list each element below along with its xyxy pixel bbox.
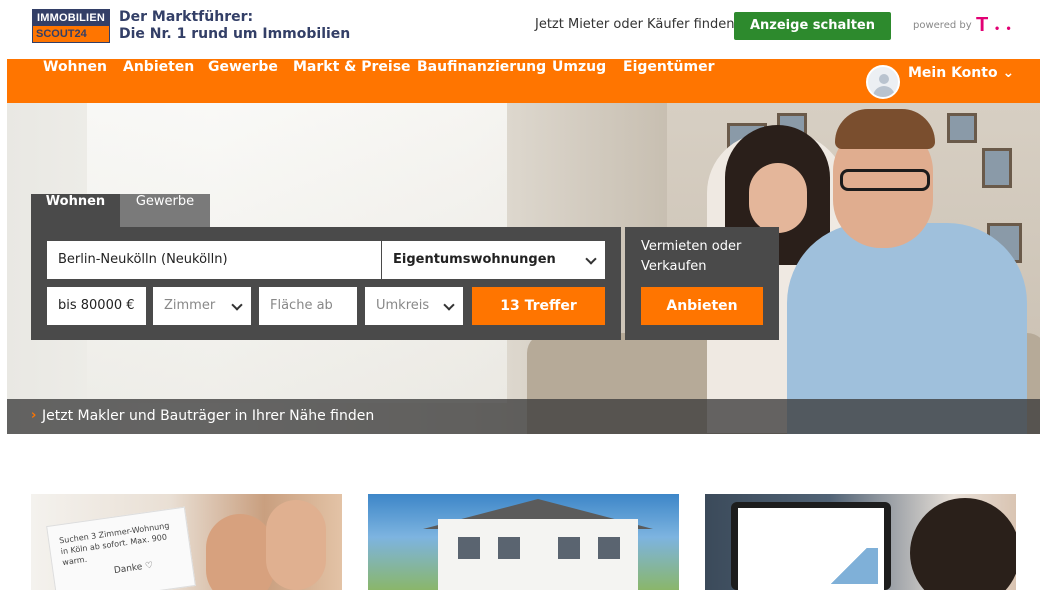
nav-item-eigentuemer[interactable]: Eigentümer bbox=[623, 59, 715, 103]
woman-face bbox=[749, 163, 807, 233]
house-image bbox=[438, 519, 638, 590]
area-placeholder: Fläche ab bbox=[270, 298, 333, 313]
agent-finder-link[interactable]: › Jetzt Makler und Bauträger in Ihrer Nä… bbox=[7, 399, 1040, 434]
house-window bbox=[458, 537, 480, 559]
property-type-value: Eigentumswohnungen bbox=[393, 252, 556, 267]
immobilienscout24-logo[interactable]: IMMOBILIEN SCOUT24 bbox=[32, 9, 110, 43]
nav-item-anbieten[interactable]: Anbieten bbox=[123, 59, 194, 103]
wall-frame bbox=[982, 148, 1012, 188]
screen-chart bbox=[828, 548, 878, 584]
nav-item-markt-preise[interactable]: Markt & Preise bbox=[293, 59, 411, 103]
search-results-button[interactable]: 13 Treffer bbox=[472, 287, 605, 325]
claim: Der Marktführer: Die Nr. 1 rund um Immob… bbox=[119, 9, 350, 43]
chevron-down-icon bbox=[585, 253, 597, 265]
main-nav: Wohnen Anbieten Gewerbe Markt & Preise B… bbox=[7, 59, 1040, 103]
chevron-down-icon bbox=[231, 299, 243, 311]
house-window bbox=[498, 537, 520, 559]
teaser-card-financing[interactable] bbox=[705, 494, 1016, 590]
avatar-icon bbox=[866, 65, 900, 99]
claim-line-1: Der Marktführer: bbox=[119, 9, 254, 25]
agent-finder-text: Jetzt Makler und Bauträger in Ihrer Nähe… bbox=[42, 408, 375, 424]
chevron-right-icon: › bbox=[31, 408, 37, 423]
avatar-head bbox=[879, 74, 889, 84]
sell-text: Vermieten oder Verkaufen bbox=[641, 239, 742, 274]
radius-placeholder: Umkreis bbox=[376, 298, 430, 313]
claim-line-2: Die Nr. 1 rund um Immobilien bbox=[119, 26, 351, 42]
nav-item-baufinanzierung[interactable]: Baufinanzierung bbox=[417, 59, 546, 103]
find-tenants-text: Jetzt Mieter oder Käufer finden bbox=[535, 17, 735, 32]
nav-item-umzug[interactable]: Umzug bbox=[552, 59, 606, 103]
top-header: IMMOBILIEN SCOUT24 Der Marktführer: Die … bbox=[0, 0, 1048, 58]
page: IMMOBILIEN SCOUT24 Der Marktführer: Die … bbox=[0, 0, 1048, 590]
chevron-down-icon bbox=[443, 299, 455, 311]
person-hair bbox=[910, 498, 1016, 590]
telekom-logo[interactable]: T bbox=[976, 14, 988, 36]
tab-gewerbe[interactable]: Gewerbe bbox=[120, 194, 210, 227]
location-input[interactable]: Berlin-Neukölln (Neukölln) bbox=[47, 241, 381, 279]
house-window bbox=[598, 537, 620, 559]
logo-bottom-text: SCOUT24 bbox=[32, 26, 110, 43]
powered-by-text: powered by bbox=[913, 20, 972, 31]
sell-panel: Vermieten oder Verkaufen Anbieten bbox=[625, 227, 779, 340]
rooms-placeholder: Zimmer bbox=[164, 298, 216, 313]
woman-face bbox=[266, 500, 326, 590]
logo-top-text: IMMOBILIEN bbox=[32, 9, 110, 26]
teaser-card-tenant[interactable]: Suchen 3 Zimmer-Wohnung in Köln ab sofor… bbox=[31, 494, 342, 590]
wall-frame bbox=[947, 113, 977, 143]
avatar-body bbox=[873, 86, 895, 97]
telekom-logo-dots: • • bbox=[995, 21, 1013, 35]
man-hair bbox=[835, 109, 935, 149]
note-thanks: Danke ♡ bbox=[113, 560, 154, 577]
house-window bbox=[558, 537, 580, 559]
radius-select[interactable]: Umkreis bbox=[365, 287, 463, 325]
property-type-select[interactable]: Eigentumswohnungen bbox=[382, 241, 605, 279]
rooms-select[interactable]: Zimmer bbox=[153, 287, 251, 325]
account-label: Mein Konto ⌄ bbox=[908, 65, 1015, 81]
note-text: Suchen 3 Zimmer-Wohnung in Köln ab sofor… bbox=[58, 521, 170, 568]
search-panel: Berlin-Neukölln (Neukölln) Eigentumswohn… bbox=[31, 227, 621, 340]
nav-item-gewerbe[interactable]: Gewerbe bbox=[208, 59, 278, 103]
area-input[interactable]: Fläche ab bbox=[259, 287, 357, 325]
man-glasses bbox=[840, 169, 930, 191]
man-face bbox=[206, 514, 274, 590]
place-ad-button[interactable]: Anzeige schalten bbox=[734, 12, 891, 40]
offer-button[interactable]: Anbieten bbox=[641, 287, 763, 325]
nav-item-wohnen[interactable]: Wohnen bbox=[43, 59, 107, 103]
financing-calculator-image bbox=[738, 508, 884, 590]
price-input[interactable]: bis 80000 € bbox=[47, 287, 146, 325]
search-note: Suchen 3 Zimmer-Wohnung in Köln ab sofor… bbox=[46, 506, 196, 590]
teaser-card-house[interactable] bbox=[368, 494, 679, 590]
tab-wohnen[interactable]: Wohnen bbox=[31, 194, 120, 227]
